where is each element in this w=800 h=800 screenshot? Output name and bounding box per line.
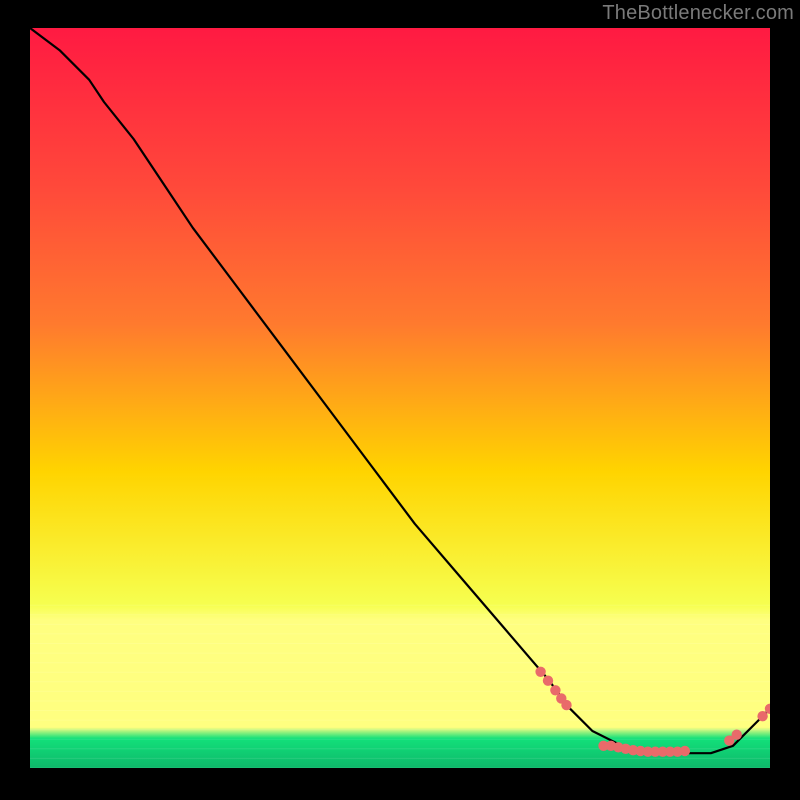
chart-container: TheBottlenecker.com [0, 0, 800, 800]
data-marker [535, 667, 545, 677]
data-marker [732, 730, 742, 740]
data-marker [757, 711, 767, 721]
chart-svg [30, 28, 770, 768]
data-marker [543, 676, 553, 686]
data-marker [680, 746, 690, 756]
gradient-background [30, 28, 770, 768]
data-marker [561, 700, 571, 710]
plot-area [30, 28, 770, 768]
watermark-text: TheBottlenecker.com [602, 2, 794, 25]
